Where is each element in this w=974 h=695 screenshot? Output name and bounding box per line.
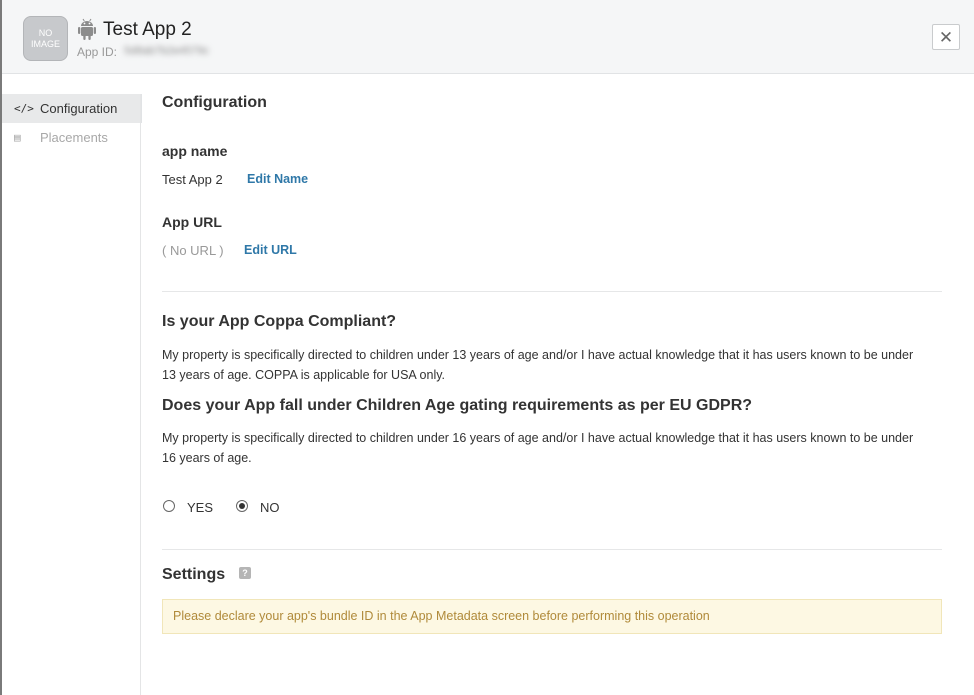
coppa-question: Is your App Coppa Compliant? [162, 313, 397, 330]
sidebar-item-configuration[interactable]: </> Configuration [2, 94, 142, 123]
help-icon[interactable]: ? [239, 567, 251, 579]
divider [162, 291, 942, 292]
radio-yes[interactable] [163, 500, 175, 512]
android-icon [78, 18, 96, 40]
close-button[interactable]: ✕ [932, 24, 960, 50]
app-header: NO IMAGE Test App 2 App ID: 5d8ab7b2e457… [2, 0, 974, 74]
sidebar-item-label: Placements [40, 130, 108, 145]
radio-no[interactable] [236, 500, 248, 512]
bundle-id-warning-alert: Please declare your app's bundle ID in t… [162, 599, 942, 634]
edit-url-link[interactable]: Edit URL [244, 243, 297, 257]
radio-yes-label[interactable]: YES [187, 500, 213, 515]
sidebar: </> Configuration ▤ Placements [2, 94, 142, 695]
app-title: Test App 2 [103, 19, 192, 40]
sidebar-item-placements[interactable]: ▤ Placements [2, 123, 142, 152]
app-name-value: Test App 2 [162, 172, 223, 187]
close-icon: ✕ [938, 28, 954, 47]
app-url-value: ( No URL ) [162, 243, 224, 258]
radio-no-label[interactable]: NO [260, 500, 280, 515]
gdpr-description: My property is specifically directed to … [162, 431, 914, 465]
sidebar-divider [140, 94, 141, 695]
coppa-description: My property is specifically directed to … [162, 348, 914, 382]
app-url-label: App URL [162, 214, 222, 230]
edit-name-link[interactable]: Edit Name [247, 172, 308, 186]
app-image-placeholder: NO IMAGE [23, 16, 68, 61]
settings-title: Settings [162, 566, 226, 583]
app-image-text: NO IMAGE [30, 27, 60, 49]
page-title: Configuration [162, 94, 267, 111]
sidebar-item-label: Configuration [40, 101, 118, 116]
divider [162, 549, 942, 550]
placements-icon: ▤ [14, 131, 21, 144]
app-id-value: 5d8ab7b2e4579c [124, 45, 210, 57]
app-id-label: App ID: [77, 45, 118, 59]
gdpr-question: Does your App fall under Children Age ga… [162, 397, 753, 414]
code-icon: </> [14, 102, 34, 115]
app-name-label: app name [162, 143, 228, 159]
